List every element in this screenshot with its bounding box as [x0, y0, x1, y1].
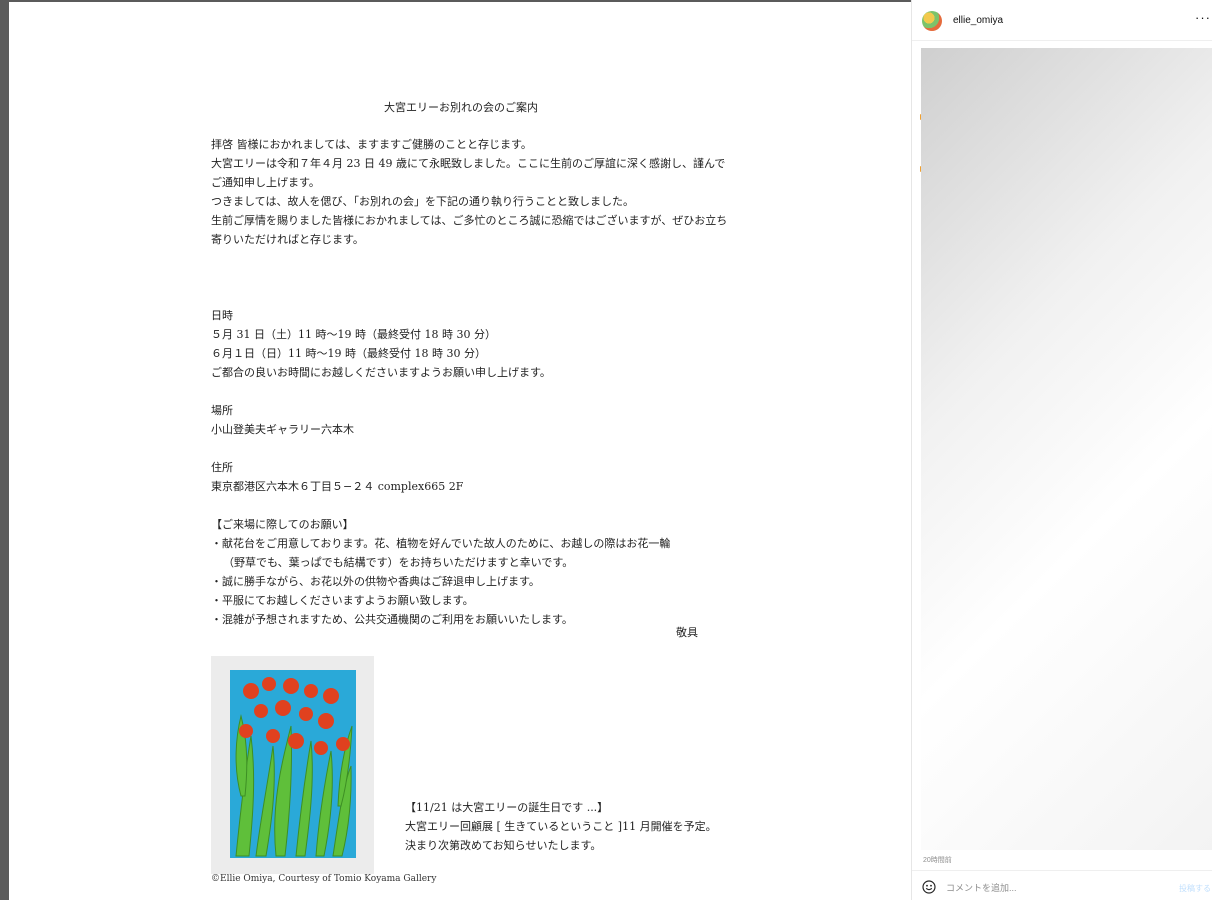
requests-heading: 【ご来場に際してのお願い】	[211, 518, 354, 531]
request-line: （野草でも、葉っぱでも結構です）をお持ちいただけますと幸いです。	[223, 556, 574, 569]
request-line: ・献花台をご用意しております。花、植物を好んでいた故人のために、お越しの際はお花…	[211, 537, 671, 550]
more-horizontal-icon[interactable]: ···	[1195, 10, 1211, 25]
avatar[interactable]	[922, 11, 942, 31]
window-top-edge	[0, 0, 912, 2]
notice-line: 【11/21 は大宮エリーの誕生日です ...】	[405, 801, 609, 814]
announcement-document: 大宮エリーお別れの会のご案内 拝啓 皆様におかれましては、ますますご健勝のことと…	[211, 98, 728, 629]
post-media-blurred[interactable]	[921, 48, 1212, 850]
intro-line: 拝啓 皆様におかれましては、ますますご健勝のことと存じます。	[211, 138, 532, 151]
window-left-edge	[0, 0, 9, 900]
post-side-panel: ellie_omiya ··· 20時間前 投稿する	[911, 0, 1212, 900]
intro-paragraph: 拝啓 皆様におかれましては、ますますご健勝のことと存じます。 大宮エリーは令和７…	[211, 135, 728, 249]
venue-section: 場所 小山登美夫ギャラリー六本木	[211, 401, 711, 439]
venue-heading: 場所	[211, 404, 233, 417]
closing-text: 敬具	[676, 626, 698, 639]
request-line: ・平服にてお越しくださいますようお願い致します。	[211, 594, 474, 607]
post-comment-button[interactable]: 投稿する	[1179, 883, 1211, 894]
address-heading: 住所	[211, 461, 233, 474]
comment-input[interactable]	[946, 881, 1146, 895]
post-timestamp: 20時間前	[923, 857, 952, 864]
post-header: ellie_omiya ···	[912, 0, 1212, 41]
address-section: 住所 東京都港区六本木６丁目５−２４ complex665 2F	[211, 458, 711, 496]
username-link[interactable]: ellie_omiya	[953, 15, 1003, 26]
divider	[912, 870, 1212, 871]
artwork-caption: ©Ellie Omiya, Courtesy of Tomio Koyama G…	[211, 874, 437, 884]
flower-painting-image	[211, 656, 374, 874]
date-section: 日時 ５月 31 日（土）11 時〜19 時（最終受付 18 時 30 分） ６…	[211, 306, 711, 382]
intro-line: つきましては、故人を偲び、「お別れの会」を下記の通り執り行うことと致しました。	[211, 195, 634, 208]
date-heading: 日時	[211, 309, 233, 322]
emoji-icon[interactable]	[922, 880, 936, 894]
requests-section: 【ご来場に際してのお願い】 ・献花台をご用意しております。花、植物を好んでいた故…	[211, 515, 711, 629]
notice-line: 大宮エリー回顧展 [ 生きているということ ]11 月開催を予定。	[405, 820, 717, 833]
document-title: 大宮エリーお別れの会のご案内	[384, 101, 538, 114]
date-line: ６月１日（日）11 時〜19 時（最終受付 18 時 30 分）	[211, 347, 486, 360]
date-note: ご都合の良いお時間にお越しくださいますようお願い申し上げます。	[211, 366, 551, 379]
intro-line: 生前ご厚情を賜りました皆様におかれましては、ご多忙のところ誠に恐縮ではございます…	[211, 214, 728, 227]
address-value: 東京都港区六本木６丁目５−２４ complex665 2F	[211, 480, 464, 493]
request-line: ・混雑が予想されますため、公共交通機関のご利用をお願いいたします。	[211, 613, 573, 626]
date-line: ５月 31 日（土）11 時〜19 時（最終受付 18 時 30 分）	[211, 328, 496, 341]
request-line: ・誠に勝手ながら、お花以外の供物や香典はご辞退申し上げます。	[211, 575, 540, 588]
exhibition-notice: 【11/21 は大宮エリーの誕生日です ...】 大宮エリー回顧展 [ 生きてい…	[405, 798, 717, 855]
notice-line: 決まり次第改めてお知らせいたします。	[405, 839, 602, 852]
intro-line: 寄りいただければと存じます。	[211, 233, 364, 246]
venue-value: 小山登美夫ギャラリー六本木	[211, 423, 354, 436]
intro-line: ご通知申し上げます。	[211, 176, 320, 189]
intro-line: 大宮エリーは令和７年４月 23 日 49 歳にて永眠致しました。ここに生前のご厚…	[211, 157, 726, 170]
